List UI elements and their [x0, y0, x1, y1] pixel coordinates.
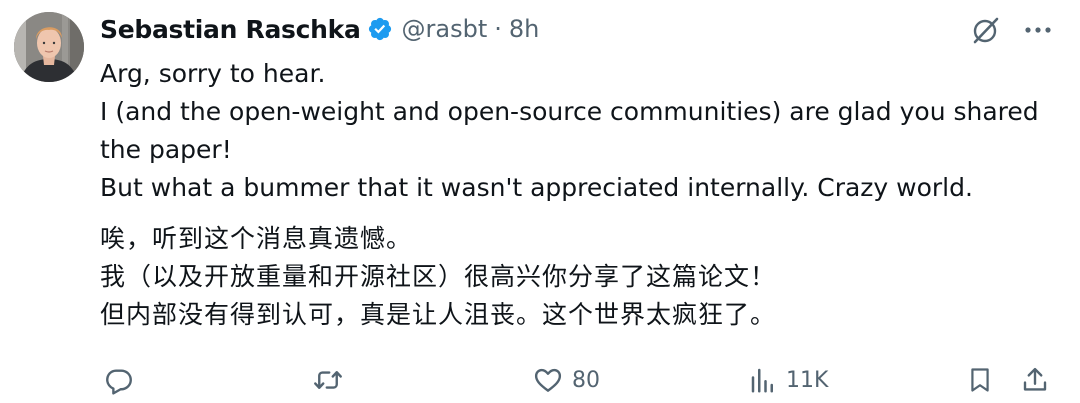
like-button[interactable]: 80: [532, 360, 600, 400]
tweet-card: Sebastian Raschka @rasbt · 8h Arg, sorry…: [0, 0, 1080, 403]
tweet-text-english: Arg, sorry to hear. I (and the open-weig…: [100, 55, 1060, 207]
separator-dot: ·: [494, 15, 502, 43]
share-icon: [1020, 365, 1050, 395]
tweet-line: 唉，听到这个消息真遗憾。: [100, 224, 413, 253]
tweet-text: Arg, sorry to hear. I (and the open-weig…: [100, 55, 1060, 334]
author-name[interactable]: Sebastian Raschka: [100, 15, 361, 44]
action-bar: 80 11K: [0, 360, 1080, 400]
verified-badge-icon[interactable]: [367, 16, 393, 42]
tweet-text-chinese: 唉，听到这个消息真遗憾。 我（以及开放重量和开源社区）很高兴你分享了这篇论文！ …: [100, 220, 1060, 334]
views-button[interactable]: 11K: [748, 360, 828, 400]
tweet-line: 但内部没有得到认可，真是让人沮丧。这个世界太疯狂了。: [100, 300, 777, 329]
tweet-line: But what a bummer that it wasn't appreci…: [100, 173, 973, 202]
views-count: 11K: [786, 367, 829, 393]
tweet-line: Arg, sorry to hear.: [100, 59, 326, 88]
bookmark-icon: [966, 365, 994, 395]
reply-icon: [104, 365, 134, 395]
timestamp[interactable]: 8h: [509, 15, 539, 43]
tweet-line: I (and the open-weight and open-source c…: [100, 97, 1039, 126]
tweet-header: Sebastian Raschka @rasbt · 8h: [100, 12, 539, 46]
reply-button[interactable]: [104, 360, 134, 400]
views-chart-icon: [748, 365, 778, 395]
bookmark-button[interactable]: [966, 360, 994, 400]
retweet-button[interactable]: [312, 360, 344, 400]
like-count: 80: [572, 367, 600, 393]
tweet-line: 我（以及开放重量和开源社区）很高兴你分享了这篇论文！: [100, 262, 777, 291]
grok-icon[interactable]: [970, 14, 1002, 46]
retweet-icon: [312, 365, 344, 395]
tweet-line: the paper!: [100, 135, 232, 164]
avatar[interactable]: [14, 12, 84, 82]
heart-icon: [532, 365, 564, 395]
more-icon[interactable]: [1020, 14, 1056, 46]
author-handle[interactable]: @rasbt: [402, 15, 488, 43]
share-button[interactable]: [1020, 360, 1050, 400]
